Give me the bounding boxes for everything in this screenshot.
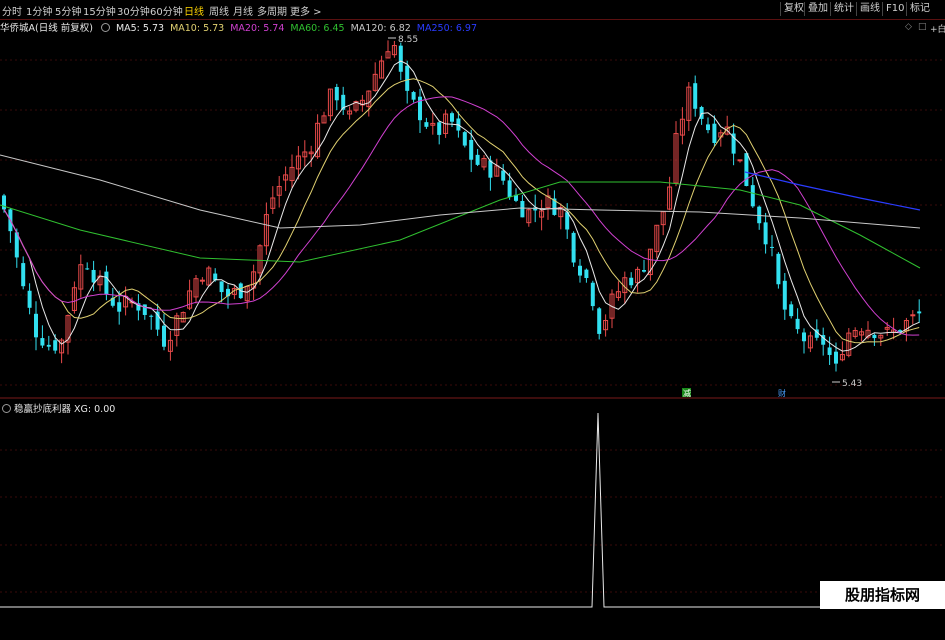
candle-down bbox=[53, 340, 58, 351]
candle-down bbox=[398, 45, 403, 72]
watermark-title: 股朋指标网 bbox=[844, 586, 920, 604]
ma120-line bbox=[0, 154, 921, 229]
ma250-line bbox=[744, 171, 921, 211]
candle-down bbox=[750, 185, 755, 207]
candle-down bbox=[437, 122, 442, 135]
watermark: 股朋指标网 www.7gpzb.com bbox=[820, 581, 945, 631]
candle-down bbox=[507, 180, 512, 197]
marker-1: 减 bbox=[683, 388, 691, 398]
candle-down bbox=[334, 86, 339, 101]
candle-down bbox=[770, 246, 774, 248]
candle-up bbox=[737, 159, 743, 162]
candle-up bbox=[199, 279, 205, 282]
ma20-line bbox=[3, 96, 920, 336]
candle-down bbox=[21, 263, 26, 287]
candle-down bbox=[642, 270, 646, 272]
low-label: 5.43 bbox=[842, 379, 862, 389]
candle-down bbox=[834, 351, 838, 364]
candle-down bbox=[411, 92, 416, 100]
candle-down bbox=[162, 325, 166, 347]
candle-down bbox=[917, 311, 922, 314]
sub-chart-info: 稳赢抄底利器 XG: 0.00 bbox=[0, 401, 116, 415]
kline-chart[interactable]: 8.55 5.43 减 财 bbox=[0, 0, 945, 609]
candle-down bbox=[91, 269, 96, 283]
candle-down bbox=[149, 315, 154, 317]
candle-down bbox=[776, 253, 781, 285]
settings-circle-icon[interactable] bbox=[2, 404, 11, 413]
candle-down bbox=[827, 347, 832, 355]
candle-down bbox=[693, 83, 698, 109]
candle-down bbox=[706, 124, 710, 131]
candle-down bbox=[789, 304, 794, 317]
candle-down bbox=[469, 139, 474, 160]
ma60-line bbox=[0, 181, 921, 269]
watermark-url: www.7gpzb.com bbox=[836, 620, 929, 631]
candle-down bbox=[629, 277, 634, 286]
candle-down bbox=[712, 123, 717, 143]
candle-down bbox=[488, 160, 493, 178]
candle-down bbox=[85, 268, 90, 270]
candle-down bbox=[462, 132, 467, 146]
candle-down bbox=[117, 302, 122, 312]
marker-2: 财 bbox=[778, 388, 786, 398]
candle-down bbox=[782, 280, 787, 310]
candle-down bbox=[802, 332, 806, 342]
candle-down bbox=[520, 201, 525, 218]
high-label: 8.55 bbox=[398, 35, 418, 45]
candle-down bbox=[590, 282, 595, 307]
candle-down bbox=[450, 113, 454, 122]
candle-down bbox=[744, 153, 749, 186]
candle-down bbox=[34, 313, 38, 338]
candle-down bbox=[219, 281, 224, 293]
candle-down bbox=[571, 232, 576, 263]
candle-down bbox=[763, 222, 768, 245]
candle-down bbox=[584, 269, 589, 279]
candle-down bbox=[757, 206, 762, 224]
candle-down bbox=[405, 65, 410, 91]
candle-down bbox=[142, 304, 147, 315]
candle-down bbox=[731, 133, 736, 154]
candle-down bbox=[795, 318, 800, 330]
indicator-name: 稳赢抄底利器 bbox=[14, 404, 72, 415]
candle-down bbox=[104, 271, 109, 295]
candle-down bbox=[475, 154, 480, 165]
candle-down bbox=[2, 195, 6, 210]
candle-down bbox=[27, 290, 32, 308]
candle-up bbox=[910, 314, 916, 317]
ma10-line bbox=[3, 78, 920, 344]
xg-line bbox=[0, 412, 945, 608]
candle-down bbox=[872, 334, 877, 339]
candle-down bbox=[46, 344, 51, 347]
candle-down bbox=[501, 170, 506, 181]
xg-value: XG: 0.00 bbox=[74, 404, 116, 415]
candle-down bbox=[40, 338, 45, 346]
candle-down bbox=[597, 308, 602, 334]
candle-down bbox=[578, 265, 582, 276]
candle-down bbox=[424, 122, 429, 127]
